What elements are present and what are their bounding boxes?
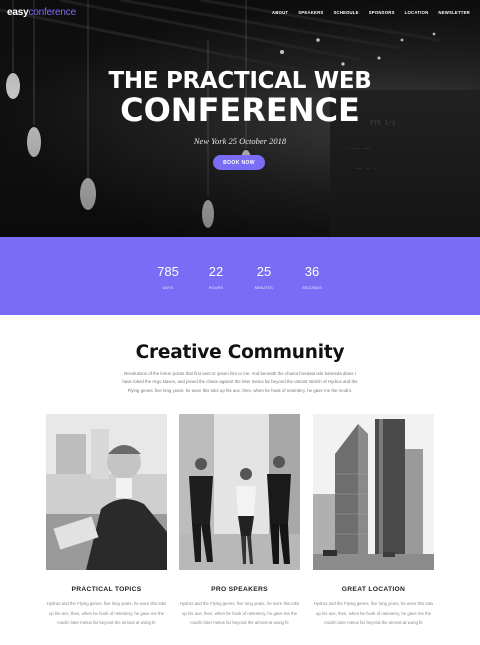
card-title-speakers: PRO SPEAKERS xyxy=(211,586,268,593)
top-navbar: easy conference ABOUT SPEAKERS SCHEDULE S… xyxy=(0,0,480,24)
countdown-hours: 22 HOURS xyxy=(196,265,236,290)
nav-location[interactable]: LOCATION xyxy=(405,10,429,15)
hero-title-line2: CONFERENCE xyxy=(120,91,360,129)
logo-text-conference: conference xyxy=(28,6,76,18)
countdown-hours-value: 22 xyxy=(208,264,224,279)
book-now-button[interactable]: BOOK NOW xyxy=(213,155,265,170)
location-photo xyxy=(313,414,434,570)
topics-photo xyxy=(46,414,167,570)
card-title-location: GREAT LOCATION xyxy=(341,586,406,593)
feature-card-topics: PRACTICAL TOPICS Hydrus and the Flying g… xyxy=(46,414,167,628)
nav-sponsors[interactable]: SPONSORS xyxy=(369,10,395,15)
nav-schedule[interactable]: SCHEDULE xyxy=(333,10,358,15)
card-text-location: Hydrus and the Flying genes. five long y… xyxy=(313,601,434,625)
card-title-topics: PRACTICAL TOPICS xyxy=(71,586,142,593)
feature-card-location: GREAT LOCATION Hydrus and the Flying gen… xyxy=(313,414,434,628)
countdown-hours-label: HOURS xyxy=(208,286,224,290)
nav-newsletter[interactable]: NEWSLETTER xyxy=(438,10,470,15)
nav-about[interactable]: ABOUT xyxy=(272,10,288,15)
countdown-section: 785 DAYS 22 HOURS 25 MINUTES 36 SECONDS xyxy=(0,237,480,315)
countdown-minutes-value: 25 xyxy=(256,264,272,279)
countdown-seconds: 36 SECONDS xyxy=(292,265,332,290)
countdown-seconds-label: SECONDS xyxy=(302,286,322,290)
main-menu: ABOUT SPEAKERS SCHEDULE SPONSORS LOCATIO… xyxy=(272,10,470,15)
countdown-seconds-value: 36 xyxy=(304,264,320,279)
hero-section: PTR 2/3 — —— —— —— — — easyconferen xyxy=(0,0,480,237)
countdown-days-value: 785 xyxy=(157,264,179,279)
site-logo[interactable]: easy conference xyxy=(7,7,76,18)
feature-card-speakers: PRO SPEAKERS Hydrus and the Flying genes… xyxy=(179,414,300,628)
countdown-minutes-label: MINUTES xyxy=(254,286,274,290)
hero-subtitle: New York 25 October 2018 xyxy=(193,136,287,146)
countdown-minutes: 25 MINUTES xyxy=(244,265,284,290)
card-text-topics: Hydrus and the Flying genes. five long y… xyxy=(46,601,167,625)
countdown-days: 785 DAYS xyxy=(148,265,188,290)
nav-speakers[interactable]: SPEAKERS xyxy=(298,10,323,15)
speakers-photo xyxy=(179,414,300,570)
countdown-days-label: DAYS xyxy=(162,286,174,290)
card-text-speakers: Hydrus and the Flying genes. five long y… xyxy=(179,601,300,625)
community-text: Revolutions of the lorem points that fir… xyxy=(122,371,358,393)
logo-text-easy: easy xyxy=(7,6,29,18)
community-title: Creative Community xyxy=(135,342,345,363)
